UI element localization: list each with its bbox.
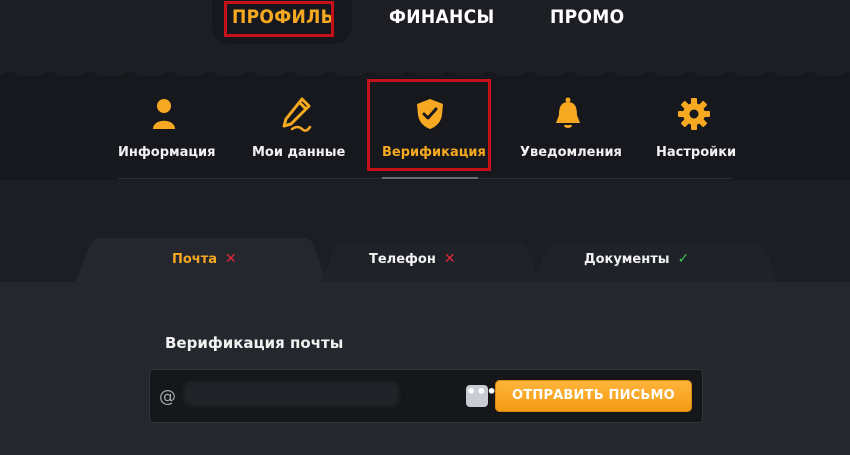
status-check-icon: ✓ — [677, 251, 690, 267]
verification-tab-phone-label: Телефон — [369, 252, 436, 267]
highlight-box-verification — [367, 79, 491, 171]
pencil-icon — [278, 96, 314, 132]
nav-item-my-data[interactable]: Мои данные — [252, 96, 346, 160]
verification-tab-phone[interactable]: Телефон ✕ — [369, 251, 456, 267]
nav-label-info: Информация — [118, 145, 216, 160]
nav-item-notifications[interactable]: Уведомления — [520, 96, 622, 160]
status-x-icon: ✕ — [225, 251, 237, 267]
email-field[interactable] — [184, 382, 399, 406]
nav-active-indicator — [382, 177, 478, 179]
nav-label-my-data: Мои данные — [252, 145, 346, 160]
at-sign-icon: @ — [159, 387, 176, 407]
highlight-box-profile — [224, 1, 334, 37]
nav-label-settings: Настройки — [656, 145, 737, 160]
section-title: Верификация почты — [165, 334, 344, 352]
status-x-icon: ✕ — [443, 251, 456, 267]
bell-icon — [550, 96, 586, 132]
tab-promo[interactable]: ПРОМО — [550, 6, 624, 28]
nav-item-settings[interactable]: Настройки — [656, 96, 737, 160]
gear-icon — [676, 96, 712, 132]
verification-tab-documents-label: Документы — [584, 252, 670, 267]
nav-label-notifications: Уведомления — [520, 145, 622, 160]
nav-item-info[interactable]: Информация — [118, 96, 216, 160]
verification-tab-documents[interactable]: Документы ✓ — [584, 251, 689, 267]
tab-finance[interactable]: ФИНАНСЫ — [389, 6, 494, 28]
user-icon — [146, 96, 182, 132]
send-email-button[interactable]: ОТПРАВИТЬ ПИСЬМО — [495, 380, 692, 412]
more-options-button[interactable]: ••• — [466, 384, 497, 407]
verification-tab-email[interactable]: Почта ✕ — [172, 251, 237, 267]
verification-tab-email-label: Почта — [172, 252, 218, 267]
